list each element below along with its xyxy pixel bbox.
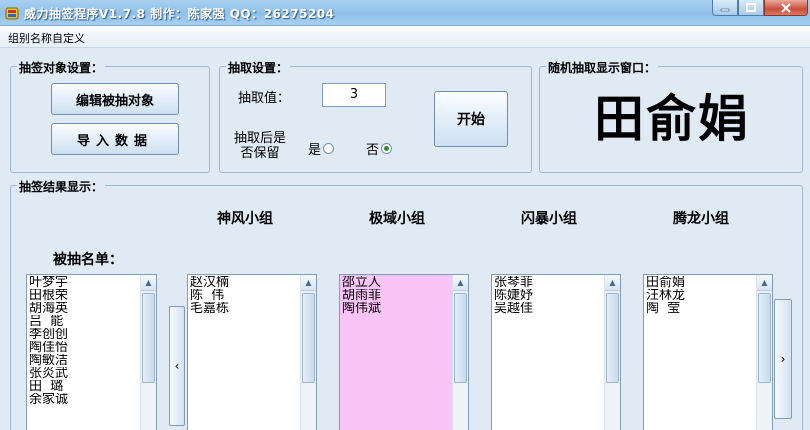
scroll-up-arrow-icon[interactable]: ▲ [141,275,156,291]
list-item[interactable]: 陶伟斌 [342,302,381,315]
display-window-group: 随机抽取显示窗口： 田俞娟 [539,59,803,173]
scroll-thumb[interactable] [302,293,315,383]
list-item[interactable]: 张琴菲 [494,276,533,289]
list-item[interactable]: 张炎武 [29,367,68,380]
minimize-button[interactable] [712,0,738,16]
list-item[interactable]: 田 璐 [29,380,68,393]
list-item[interactable]: 胡雨菲 [342,289,381,302]
scroll-up-arrow-icon[interactable]: ▲ [757,275,772,291]
window-title: 威力抽签程序V1.7.8 制作：陈家强 QQ：26275204 [24,7,335,21]
group-title: 神风小组 [217,211,273,227]
chevron-right-icon: › [780,352,786,366]
keep-yes-radio[interactable] [323,143,335,154]
group-title: 极域小组 [369,211,425,227]
group-listbox-2[interactable]: 邵立人 胡雨菲 陶伟斌 ▲ [339,274,469,430]
list-item[interactable]: 邵立人 [342,276,381,289]
close-button[interactable] [764,0,808,16]
list-item[interactable]: 田俞娟 [646,276,685,289]
close-icon [781,2,791,13]
group-1-items: 赵汉楠 陈 伟 毛嘉栋 [190,276,229,315]
keep-no-option[interactable]: 否 [366,139,393,158]
group-listbox-4[interactable]: 田俞娟 汪林龙 陶 莹 ▲ [643,274,773,430]
vertical-scrollbar[interactable]: ▲ [756,275,772,430]
start-button[interactable]: 开始 [434,91,508,147]
list-item[interactable]: 陶敏洁 [29,354,68,367]
prev-page-button[interactable]: ‹ [169,306,185,426]
scroll-up-arrow-icon[interactable]: ▲ [453,275,468,291]
scroll-thumb[interactable] [142,293,155,383]
scroll-up-arrow-icon[interactable]: ▲ [605,275,620,291]
scroll-up-arrow-icon[interactable]: ▲ [301,275,316,291]
menu-item-group-names[interactable]: 组别名称自定义 [6,30,87,46]
chevron-left-icon: ‹ [174,359,180,373]
maximize-button[interactable] [738,0,764,16]
draw-count-input[interactable]: 3 [322,83,386,107]
list-item[interactable]: 李创创 [29,328,68,341]
results-legend: 抽签结果显示： [17,178,106,195]
vertical-scrollbar[interactable]: ▲ [452,275,468,430]
results-group: 抽签结果显示： 神风小组 极域小组 闪暴小组 腾龙小组 被抽名单： 叶梦宇 田根… [10,178,803,430]
minimize-icon [720,8,730,11]
list-item[interactable]: 陶 莹 [646,302,685,315]
list-item[interactable]: 吕 能 [29,315,68,328]
keep-no-radio[interactable] [381,143,393,154]
group-title: 腾龙小组 [673,211,729,227]
scroll-thumb[interactable] [606,293,619,383]
menu-bar: 组别名称自定义 [0,26,810,48]
list-item[interactable]: 汪林龙 [646,289,685,302]
vertical-scrollbar[interactable]: ▲ [140,275,156,430]
client-area: 抽签对象设置： 编辑被抽对象 导入数据 抽取设置： 抽取值： 3 抽取后是否保留… [0,48,810,430]
group-3-items: 张琴菲 陈婕妤 吴越佳 [494,276,533,315]
vertical-scrollbar[interactable]: ▲ [300,275,316,430]
pool-list-label: 被抽名单： [53,252,123,268]
object-setup-legend: 抽签对象设置： [17,59,106,76]
object-setup-group: 抽签对象设置： 编辑被抽对象 导入数据 [10,59,210,173]
scroll-thumb[interactable] [758,293,771,383]
display-window-legend: 随机抽取显示窗口： [546,59,659,76]
keep-yes-label: 是 [308,143,322,158]
group-2-items: 邵立人 胡雨菲 陶伟斌 [342,276,381,315]
pool-listbox[interactable]: 叶梦宇 田根荣 胡海英 吕 能 李创创 陶佳怡 陶敏洁 张炎武 田 璐 余家诚 … [26,274,157,430]
draw-setup-group: 抽取设置： 抽取值： 3 抽取后是否保留 是 否 开始 [219,59,532,173]
group-title: 闪暴小组 [521,211,577,227]
list-item[interactable]: 胡海英 [29,302,68,315]
list-item[interactable]: 田根荣 [29,289,68,302]
group-listbox-1[interactable]: 赵汉楠 陈 伟 毛嘉栋 ▲ [187,274,317,430]
list-item[interactable]: 陈婕妤 [494,289,533,302]
scroll-thumb[interactable] [454,293,467,383]
title-bar: 威力抽签程序V1.7.8 制作：陈家强 QQ：26275204 [0,0,810,26]
vertical-scrollbar[interactable]: ▲ [604,275,620,430]
edit-objects-button[interactable]: 编辑被抽对象 [51,83,179,115]
list-item[interactable]: 余家诚 [29,393,68,406]
group-4-items: 田俞娟 汪林龙 陶 莹 [646,276,685,315]
draw-count-label: 抽取值： [238,91,291,106]
keep-yes-option[interactable]: 是 [308,139,335,158]
drawn-name-display: 田俞娟 [594,89,750,148]
group-listbox-3[interactable]: 张琴菲 陈婕妤 吴越佳 ▲ [491,274,621,430]
maximize-icon [746,2,756,12]
keep-after-draw-label: 抽取后是否保留 [233,131,286,161]
list-item[interactable]: 吴越佳 [494,302,533,315]
app-icon [5,7,19,20]
draw-setup-legend: 抽取设置： [226,59,291,76]
list-item[interactable]: 赵汉楠 [190,276,229,289]
next-page-button[interactable]: › [774,299,792,419]
list-item[interactable]: 陈 伟 [190,289,229,302]
list-item[interactable]: 叶梦宇 [29,276,68,289]
list-item[interactable]: 毛嘉栋 [190,302,229,315]
import-data-button[interactable]: 导入数据 [51,123,179,155]
list-item[interactable]: 陶佳怡 [29,341,68,354]
keep-no-label: 否 [366,143,380,158]
pool-items: 叶梦宇 田根荣 胡海英 吕 能 李创创 陶佳怡 陶敏洁 张炎武 田 璐 余家诚 [29,276,68,406]
